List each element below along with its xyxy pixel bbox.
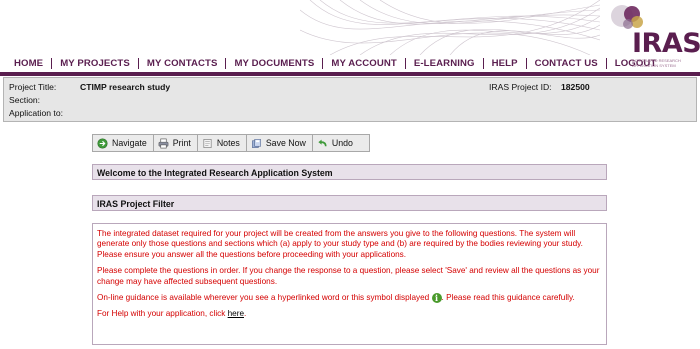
nav-help[interactable]: HELP: [484, 58, 526, 69]
guidance-text: On-line guidance is available wherever y…: [97, 293, 430, 303]
guidance-text-end: . Please read this guidance carefully.: [441, 293, 575, 303]
filter-panel-header: IRAS Project Filter: [92, 195, 607, 211]
notes-label: Notes: [216, 138, 240, 148]
help-text: For Help with your application, click: [97, 309, 226, 319]
save-now-label: Save Now: [265, 138, 306, 148]
header-divider: [0, 72, 700, 76]
notes-button[interactable]: Notes: [198, 135, 247, 151]
undo-icon: [318, 139, 327, 146]
project-title-value: CTIMP research study: [80, 82, 171, 92]
help-text-end: .: [244, 309, 247, 319]
project-info-bar: Project Title: CTIMP research study Sect…: [3, 77, 697, 122]
nav-contact-us[interactable]: CONTACT US: [527, 58, 606, 69]
nav-my-documents[interactable]: MY DOCUMENTS: [226, 58, 322, 69]
guidance-paragraph: On-line guidance is available wherever y…: [97, 293, 600, 304]
help-paragraph: For Help with your application, click he…: [97, 309, 600, 319]
welcome-panel-header: Welcome to the Integrated Research Appli…: [92, 164, 607, 180]
navigate-button[interactable]: Navigate: [93, 135, 154, 151]
undo-label: Undo: [331, 138, 353, 148]
navigate-icon: [97, 137, 108, 149]
nav-my-account[interactable]: MY ACCOUNT: [323, 58, 405, 69]
logo-subtitle: INTEGRATED RESEARCH APPLICATION SYSTEM: [632, 58, 681, 68]
print-label: Print: [172, 138, 191, 148]
project-id-label: IRAS Project ID:: [489, 82, 552, 92]
nav-my-contacts[interactable]: MY CONTACTS: [139, 58, 226, 69]
navigate-label: Navigate: [112, 138, 147, 148]
filter-panel-body: The integrated dataset required for your…: [92, 223, 607, 345]
nav-my-projects[interactable]: MY PROJECTS: [52, 58, 138, 69]
intro-paragraph: The integrated dataset required for your…: [97, 229, 583, 259]
project-id-value: 182500: [561, 82, 590, 92]
save-icon: [251, 138, 261, 148]
section-label: Section:: [9, 95, 41, 105]
print-button[interactable]: Print: [154, 135, 198, 151]
application-to-label: Application to:: [9, 108, 63, 118]
undo-button[interactable]: Undo: [313, 135, 359, 151]
nav-home[interactable]: HOME: [10, 58, 51, 69]
printer-icon: [158, 138, 169, 148]
header-swirl-graphic: [300, 0, 600, 55]
iras-logo[interactable]: IRAS INTEGRATED RESEARCH APPLICATION SYS…: [598, 2, 700, 76]
notes-icon: [203, 138, 212, 148]
order-paragraph: Please complete the questions in order. …: [97, 266, 600, 286]
help-here-link[interactable]: here: [228, 309, 244, 318]
info-icon: i: [431, 293, 442, 304]
project-title-label: Project Title:: [9, 82, 57, 92]
form-toolbar: Navigate Print Notes Save Now Undo: [92, 134, 370, 152]
logo-wordmark: IRAS: [632, 28, 700, 59]
site-header: HOME MY PROJECTS MY CONTACTS MY DOCUMENT…: [0, 0, 700, 78]
main-nav: HOME MY PROJECTS MY CONTACTS MY DOCUMENT…: [10, 56, 664, 70]
save-now-button[interactable]: Save Now: [247, 135, 313, 151]
nav-e-learning[interactable]: E-LEARNING: [406, 58, 483, 69]
